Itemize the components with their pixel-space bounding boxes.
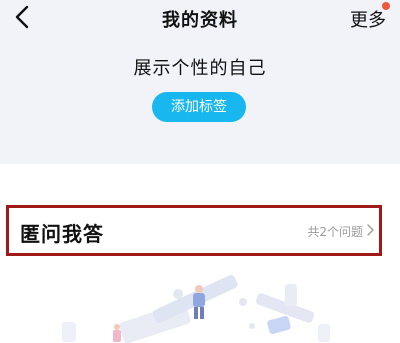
top-nav-bar: 我的资料 更多 xyxy=(0,0,400,36)
page-title: 我的资料 xyxy=(162,10,238,31)
notification-dot xyxy=(382,2,390,10)
anonymous-qa-row[interactable]: 匿问我答 共2个问题 xyxy=(6,205,382,256)
qa-title: 匿问我答 xyxy=(20,222,104,246)
tag-section: 展示个性的自己 添加标签 xyxy=(0,36,400,164)
chevron-right-icon xyxy=(367,224,374,236)
empty-state-illustration xyxy=(0,262,400,343)
qa-question-count: 共2个问题 xyxy=(307,225,363,239)
more-button[interactable]: 更多 xyxy=(350,6,386,32)
section-divider xyxy=(0,164,400,200)
add-tag-button[interactable]: 添加标签 xyxy=(152,92,246,122)
profile-page: 我的资料 更多 展示个性的自己 添加标签 匿问我答 共2个问题 xyxy=(0,0,400,343)
tag-headline: 展示个性的自己 xyxy=(133,58,267,79)
illustration-graphic xyxy=(62,274,330,343)
